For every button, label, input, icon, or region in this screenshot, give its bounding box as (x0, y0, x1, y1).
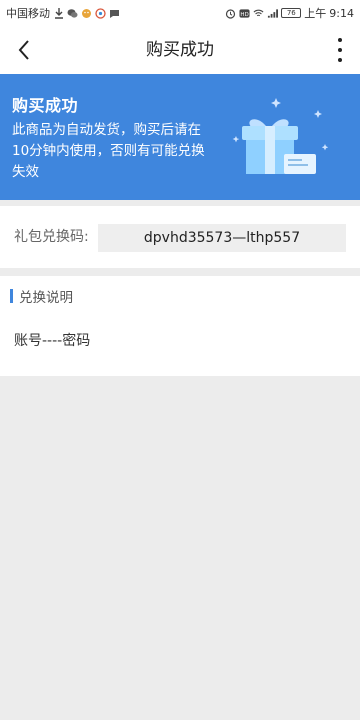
instructions-body: 账号----密码 (14, 333, 91, 349)
status-right: HD 76 上午 9:14 (225, 5, 354, 21)
browser-icon (95, 7, 106, 19)
page-title: 购买成功 (146, 40, 214, 60)
gift-code-section: 礼包兑换码: dpvhd35573—lthp557 (0, 206, 360, 268)
status-bar: 中国移动 HD 76 上午 9:14 (0, 0, 360, 26)
wifi-icon (253, 8, 264, 19)
more-vertical-icon[interactable] (336, 38, 344, 62)
clock-time: 9:14 (329, 6, 354, 20)
svg-text:HD: HD (241, 11, 249, 17)
gift-code-value[interactable]: dpvhd35573—lthp557 (98, 224, 346, 252)
time-period: 上午 (304, 7, 327, 20)
banner-title: 购买成功 (12, 96, 79, 115)
screen: 中国移动 HD 76 上午 9:14 购买成功 购买成功 此商品为自动发货，购买… (0, 0, 360, 720)
carrier-name: 中国移动 (6, 7, 50, 20)
gift-code-label: 礼包兑换码: (14, 229, 89, 245)
section-accent-bar (10, 289, 13, 303)
more-dot (338, 48, 342, 52)
download-icon (53, 7, 64, 19)
nav-bar: 购买成功 (0, 26, 360, 74)
hd-icon: HD (239, 8, 250, 19)
status-left: 中国移动 (6, 5, 120, 21)
message-icon (109, 8, 120, 19)
back-button[interactable] (10, 36, 38, 64)
instructions-header: 兑换说明 (10, 288, 73, 306)
banner-description: 此商品为自动发货，购买后请在10分钟内使用，否则有可能兑换失效 (12, 122, 205, 180)
more-dot (338, 38, 342, 42)
wechat-icon (67, 8, 78, 19)
gift-box-icon (232, 98, 329, 174)
instructions-section: 兑换说明 账号----密码 (0, 276, 360, 376)
app-notification-icon (81, 8, 92, 19)
battery-icon: 76 (281, 8, 302, 18)
alarm-icon (225, 8, 236, 19)
success-banner: 购买成功 此商品为自动发货，购买后请在10分钟内使用，否则有可能兑换失效 (0, 74, 360, 200)
back-arrow-icon (18, 40, 29, 60)
signal-icon (267, 8, 279, 19)
instructions-title: 兑换说明 (19, 290, 73, 306)
more-dot (338, 58, 342, 62)
